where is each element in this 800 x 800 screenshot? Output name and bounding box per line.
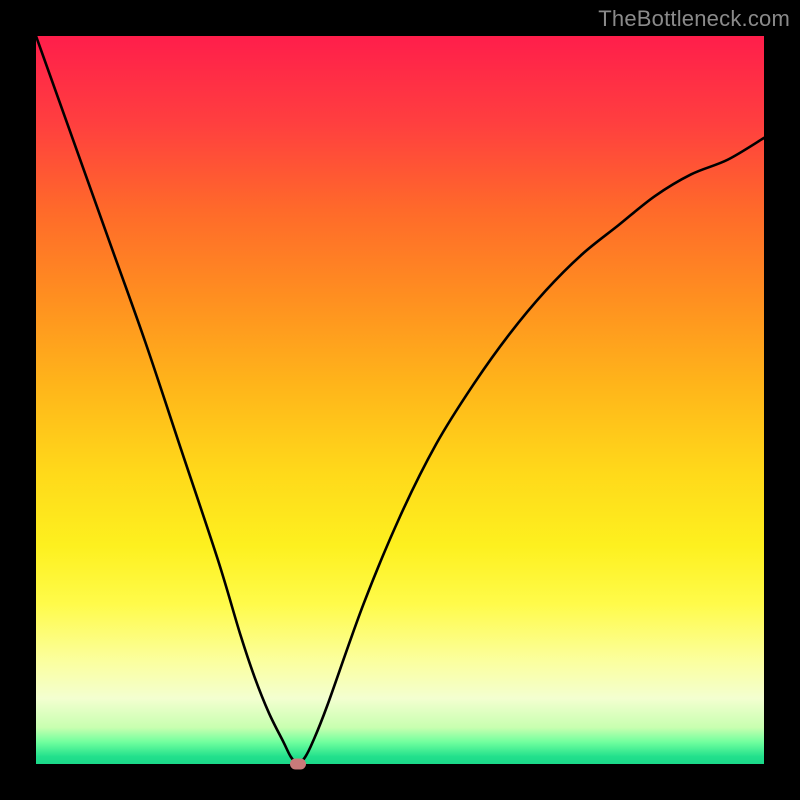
plot-area <box>36 36 764 764</box>
curve-path <box>36 36 764 764</box>
chart-frame: TheBottleneck.com <box>0 0 800 800</box>
optimal-marker <box>290 759 306 770</box>
bottleneck-curve <box>36 36 764 764</box>
watermark-text: TheBottleneck.com <box>598 6 790 32</box>
